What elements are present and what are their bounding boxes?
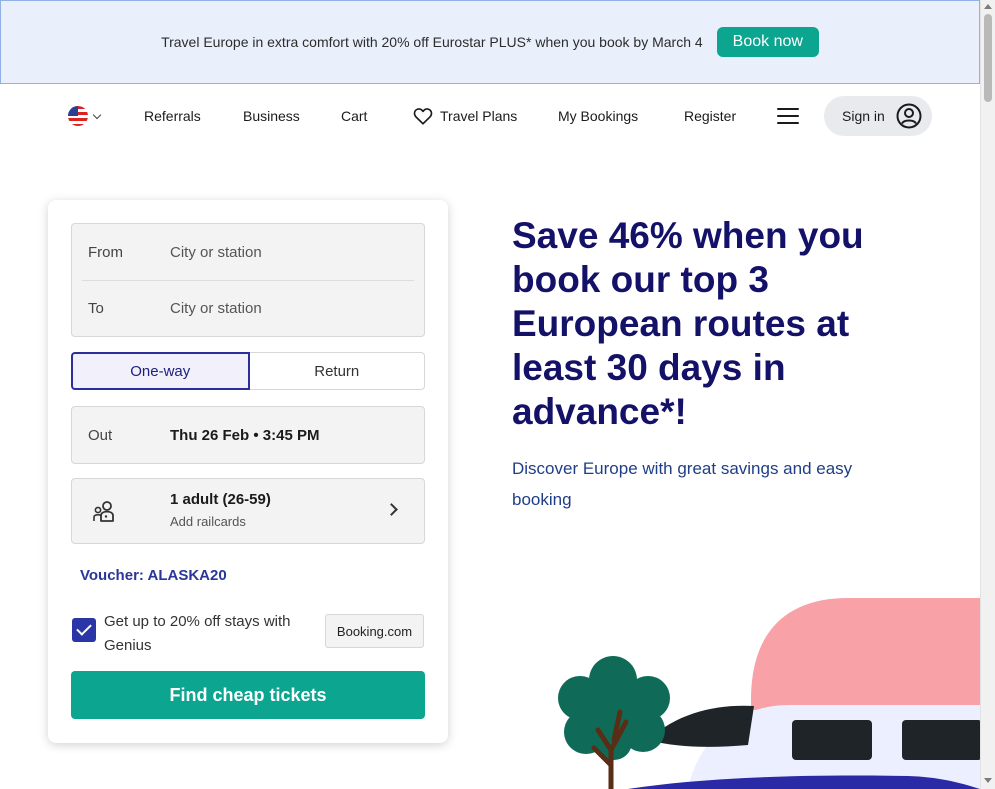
from-field[interactable]: From City or station (72, 224, 424, 280)
chevron-down-icon (92, 110, 102, 119)
out-label: Out (88, 427, 113, 444)
train-window (792, 720, 872, 760)
one-way-option[interactable]: One-way (71, 352, 250, 390)
train-illustration (558, 598, 980, 789)
genius-checkbox[interactable] (72, 618, 96, 642)
voucher-link[interactable]: Voucher: ALASKA20 (80, 567, 227, 584)
from-input[interactable]: City or station (170, 244, 262, 261)
heart-icon (413, 108, 433, 125)
search-card: From City or station To City or station … (48, 200, 448, 743)
nav-my-bookings[interactable]: My Bookings (558, 96, 638, 136)
scroll-thumb[interactable] (984, 14, 992, 102)
add-railcards-link[interactable]: Add railcards (170, 514, 246, 529)
scroll-up-arrow-icon[interactable] (984, 4, 992, 9)
to-field[interactable]: To City or station (72, 280, 424, 336)
genius-label: Get up to 20% off stays with Genius (104, 613, 291, 654)
page-scrollbar[interactable] (980, 0, 995, 789)
out-value: Thu 26 Feb • 3:45 PM (170, 427, 320, 444)
menu-icon[interactable] (777, 108, 799, 124)
return-option[interactable]: Return (249, 352, 425, 390)
us-flag-icon (68, 106, 88, 126)
from-label: From (88, 243, 123, 261)
locale-selector[interactable] (68, 96, 102, 136)
hero-title: Save 46% when you book our top 3 Europea… (512, 215, 864, 432)
nav-cart[interactable]: Cart (341, 96, 367, 136)
genius-option: Get up to 20% off stays with Genius Book… (71, 610, 425, 658)
hero-subtitle: Discover Europe with great savings and e… (512, 459, 853, 509)
to-label: To (88, 299, 104, 317)
chevron-right-icon (385, 503, 398, 516)
find-tickets-button[interactable]: Find cheap tickets (71, 671, 425, 719)
nav-travel-plans[interactable]: Travel Plans (413, 96, 517, 136)
book-now-button[interactable]: Book now (716, 27, 819, 57)
promo-text: Travel Europe in extra comfort with 20% … (161, 34, 703, 50)
route-fields: From City or station To City or station (71, 223, 425, 337)
passengers-icon (93, 501, 114, 522)
train-window (902, 720, 980, 760)
scroll-down-arrow-icon[interactable] (984, 778, 992, 783)
nav-travel-plans-label: Travel Plans (440, 108, 518, 124)
outbound-date-field[interactable]: Out Thu 26 Feb • 3:45 PM (71, 406, 425, 464)
passengers-field[interactable]: 1 adult (26-59) Add railcards (71, 478, 425, 544)
user-avatar-icon (896, 103, 922, 129)
booking-com-logo: Booking.com (325, 614, 424, 648)
tree-icon (558, 656, 670, 789)
top-nav: Referrals Business Cart Travel Plans My … (0, 96, 980, 136)
trip-type-toggle: One-way Return (71, 352, 425, 390)
promo-banner: Travel Europe in extra comfort with 20% … (0, 0, 980, 84)
sign-in-label: Sign in (842, 108, 885, 124)
nav-register[interactable]: Register (684, 96, 736, 136)
sign-in-button[interactable]: Sign in (824, 96, 932, 136)
nav-referrals[interactable]: Referrals (144, 96, 201, 136)
to-input[interactable]: City or station (170, 300, 262, 317)
passenger-count: 1 adult (26-59) (170, 491, 271, 508)
nav-business[interactable]: Business (243, 96, 300, 136)
